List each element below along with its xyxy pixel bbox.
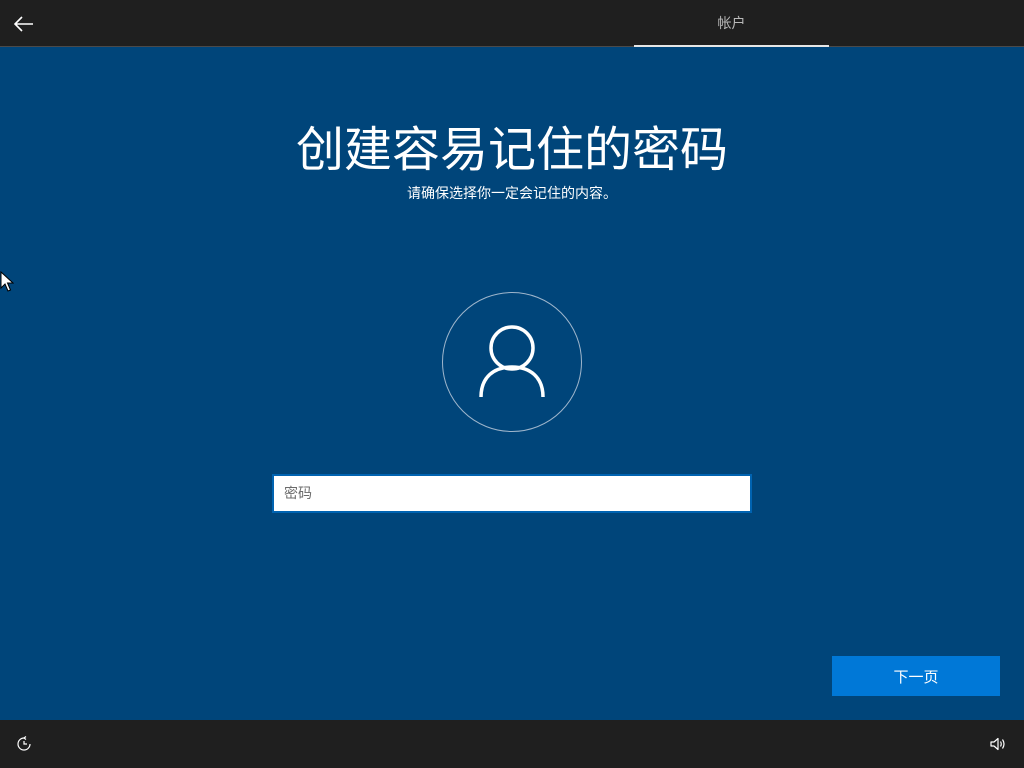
page-title: 创建容易记住的密码 (295, 122, 728, 178)
step-tab-account: 帐户 (634, 0, 829, 47)
next-button[interactable]: 下一页 (832, 656, 1000, 696)
password-field[interactable] (272, 474, 752, 513)
step-tab-indicator (634, 45, 829, 47)
arrow-left-icon (14, 16, 33, 32)
next-button-label: 下一页 (893, 667, 939, 686)
volume-button[interactable] (986, 732, 1010, 756)
mouse-pointer-icon (0, 271, 14, 292)
oobe-screen: 帐户 创建容易记住的密码 请确保选择你一定会记住的内容。 下一页 (0, 0, 1024, 768)
user-icon (479, 325, 545, 398)
page-subtitle: 请确保选择你一定会记住的内容。 (407, 186, 617, 202)
top-bar: 帐户 (0, 0, 1024, 47)
step-tab-label: 帐户 (717, 16, 746, 32)
bottom-bar (0, 720, 1024, 768)
ease-of-access-icon (17, 736, 31, 751)
avatar (442, 292, 582, 432)
ease-of-access-button[interactable] (12, 732, 36, 756)
back-button[interactable] (8, 8, 40, 40)
volume-icon (990, 737, 1005, 751)
